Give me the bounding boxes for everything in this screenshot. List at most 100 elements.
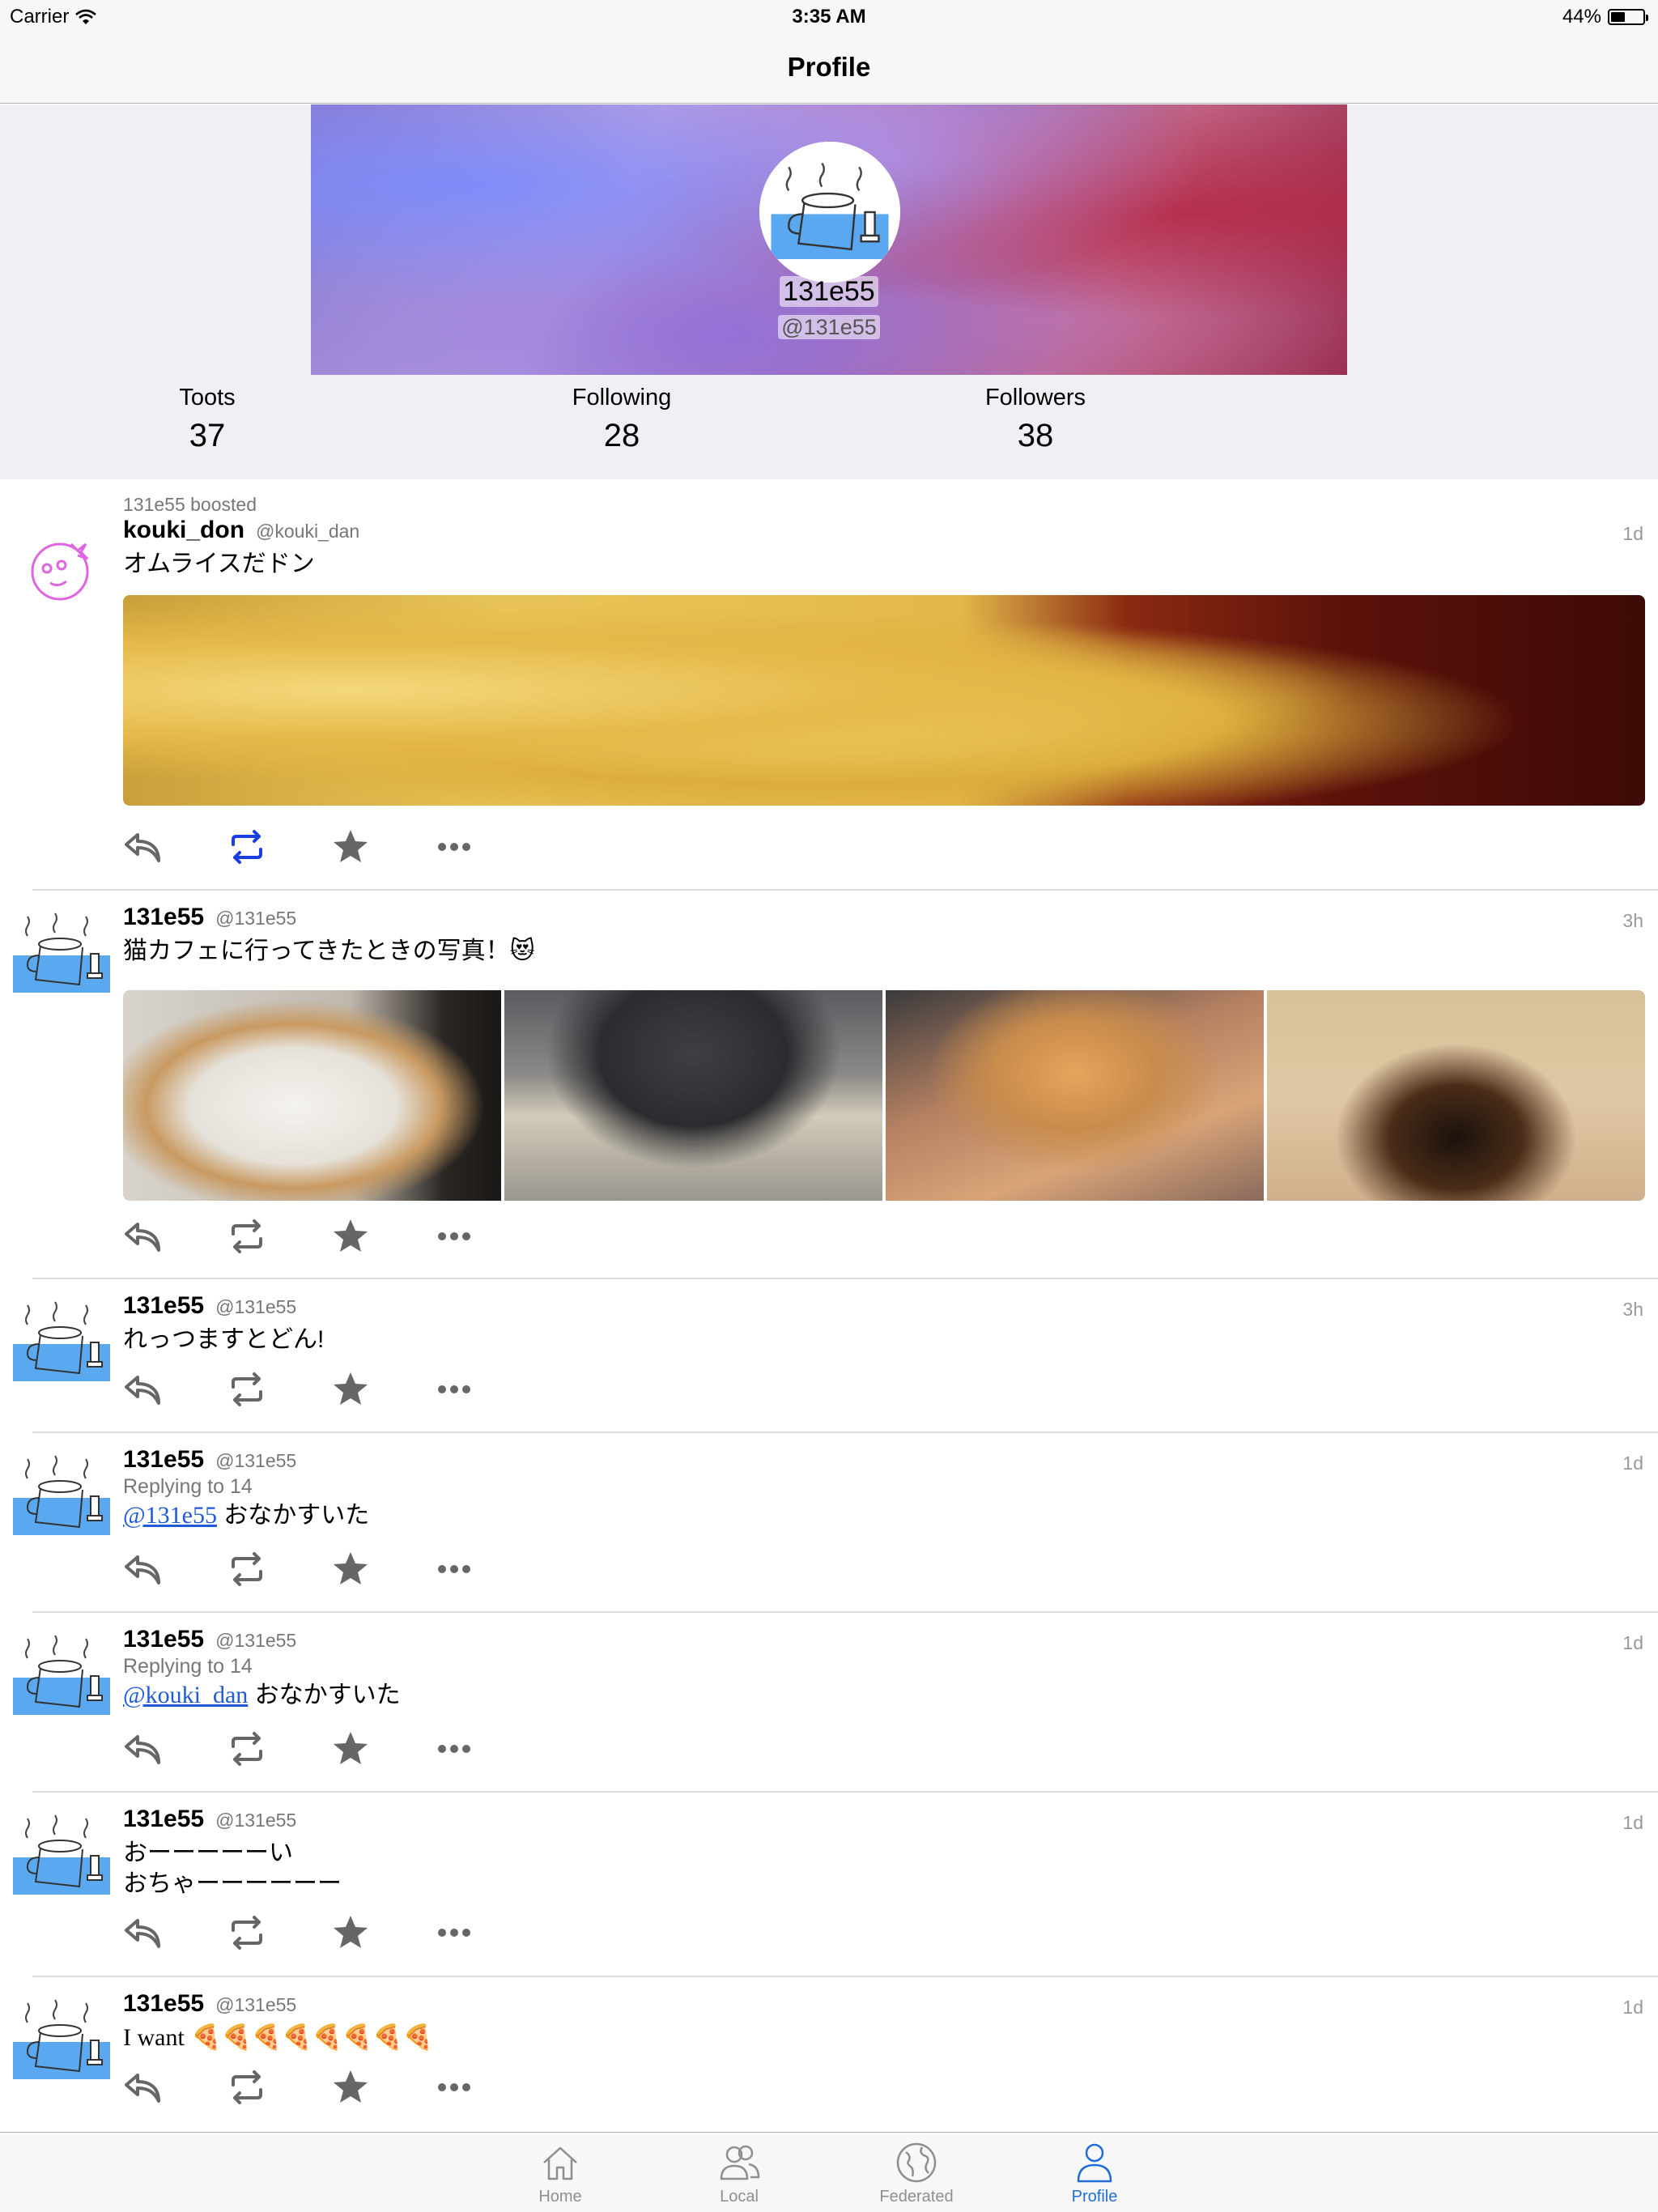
- reply-icon: [123, 1369, 164, 1410]
- profile-display-name-wrap: 131e55: [311, 276, 1347, 308]
- status-row[interactable]: 131e55 @131e55 1d Replying to 14 @131e55…: [0, 1433, 1658, 1613]
- tab-local[interactable]: Local: [674, 2139, 804, 2206]
- author-name[interactable]: 131e55: [123, 1446, 204, 1474]
- author-handle: @131e55: [215, 1450, 297, 1471]
- boost-icon: [227, 1912, 267, 1953]
- favourite-button[interactable]: [330, 2067, 434, 2108]
- post-time: 1d: [1622, 1632, 1643, 1653]
- more-button[interactable]: [434, 1216, 538, 1257]
- boost-button[interactable]: [227, 1216, 330, 1257]
- post-text: I want: [123, 2024, 185, 2051]
- post-content: れっつますとどん!: [123, 1326, 325, 1353]
- boost-button[interactable]: [227, 1549, 330, 1589]
- author-name[interactable]: kouki_don: [123, 517, 244, 544]
- boost-button[interactable]: [227, 827, 330, 867]
- reply-button[interactable]: [123, 1369, 227, 1410]
- favourite-button[interactable]: [330, 1216, 434, 1257]
- media-image[interactable]: [504, 990, 882, 1201]
- action-bar: [123, 1216, 538, 1257]
- star-icon: [330, 1369, 371, 1410]
- reply-button[interactable]: [123, 1216, 227, 1257]
- media-image[interactable]: [123, 990, 501, 1201]
- profile-acct-wrap: @131e55: [311, 315, 1347, 340]
- more-button[interactable]: [434, 827, 538, 867]
- status-row[interactable]: 131e55 boosted kouki_don @kouki_dan 1d オ…: [0, 479, 1658, 891]
- star-icon: [330, 2067, 371, 2108]
- stat-value: 38: [1017, 418, 1054, 453]
- user-avatar[interactable]: [13, 520, 110, 617]
- favourite-button[interactable]: [330, 1912, 434, 1953]
- post-time: 3h: [1622, 910, 1643, 931]
- profile-display-name: 131e55: [780, 276, 878, 307]
- author-name[interactable]: 131e55: [123, 904, 204, 931]
- post-content: @131e55 おなかすいた: [123, 1500, 369, 1531]
- stat-following[interactable]: Following 28: [517, 385, 727, 454]
- boost-button[interactable]: [227, 2067, 330, 2108]
- more-button[interactable]: [434, 1549, 538, 1589]
- user-avatar[interactable]: [13, 1627, 110, 1725]
- tab-label: Profile: [1071, 2188, 1118, 2206]
- status-row[interactable]: 131e55 @131e55 3h れっつますとどん!: [0, 1279, 1658, 1433]
- timeline: 131e55 boosted kouki_don @kouki_dan 1d オ…: [0, 479, 1658, 2131]
- user-avatar[interactable]: [13, 1448, 110, 1545]
- user-avatar[interactable]: [13, 1992, 110, 2089]
- stat-toots[interactable]: Toots 37: [102, 385, 312, 454]
- reply-button[interactable]: [123, 1549, 227, 1589]
- status-time: 3:35 AM: [792, 6, 866, 28]
- more-icon: [434, 1912, 474, 1953]
- more-button[interactable]: [434, 1369, 538, 1410]
- tab-home[interactable]: Home: [495, 2139, 625, 2206]
- post-content: オムライスだドン: [123, 551, 315, 577]
- media-image[interactable]: [123, 595, 1645, 806]
- status-row[interactable]: 131e55 @131e55 1d I want 🍕🍕🍕🍕🍕🍕🍕🍕: [0, 1977, 1658, 2131]
- mention-link[interactable]: @kouki_dan: [123, 1682, 248, 1708]
- tab-federated[interactable]: Federated: [852, 2139, 981, 2206]
- favourite-button[interactable]: [330, 1369, 434, 1410]
- favourite-button[interactable]: [330, 827, 434, 867]
- user-avatar[interactable]: [13, 1294, 110, 1391]
- author-line: 131e55 @131e55: [123, 904, 296, 931]
- profile-avatar[interactable]: [759, 142, 900, 283]
- action-bar: [123, 1549, 538, 1589]
- boosted-by-label: 131e55 boosted: [123, 494, 257, 515]
- favourite-button[interactable]: [330, 1729, 434, 1769]
- status-row[interactable]: 131e55 @131e55 1d Replying to 14 @kouki_…: [0, 1613, 1658, 1793]
- reply-button[interactable]: [123, 827, 227, 867]
- media-image[interactable]: [1267, 990, 1645, 1201]
- more-button[interactable]: [434, 2067, 538, 2108]
- reply-button[interactable]: [123, 1729, 227, 1769]
- author-name[interactable]: 131e55: [123, 1626, 204, 1653]
- post-content: @kouki_dan おなかすいた: [123, 1680, 401, 1711]
- tab-label: Home: [538, 2188, 582, 2206]
- star-icon: [330, 1729, 371, 1769]
- post-content: 猫カフェに行ってきたときの写真！😻: [123, 938, 535, 964]
- status-row[interactable]: 131e55 @131e55 1d おーーーーーい おちゃーーーーーー: [0, 1793, 1658, 1977]
- author-name[interactable]: 131e55: [123, 1990, 204, 2018]
- mention-link[interactable]: @131e55: [123, 1502, 217, 1529]
- boost-button[interactable]: [227, 1729, 330, 1769]
- more-button[interactable]: [434, 1729, 538, 1769]
- more-button[interactable]: [434, 1912, 538, 1953]
- author-handle: @131e55: [215, 1630, 297, 1651]
- status-row[interactable]: 131e55 @131e55 3h 猫カフェに行ってきたときの写真！😻: [0, 891, 1658, 1279]
- post-content: おーーーーーい おちゃーーーーーー: [123, 1838, 342, 1899]
- post-time: 1d: [1622, 1997, 1643, 2018]
- boost-icon: [227, 1729, 267, 1769]
- boost-button[interactable]: [227, 1912, 330, 1953]
- tab-profile[interactable]: Profile: [1030, 2139, 1159, 2206]
- author-name[interactable]: 131e55: [123, 1806, 204, 1833]
- boost-icon: [227, 2067, 267, 2108]
- user-avatar[interactable]: [13, 1807, 110, 1904]
- reply-button[interactable]: [123, 2067, 227, 2108]
- action-bar: [123, 827, 538, 867]
- people-icon: [720, 2145, 760, 2180]
- boost-button[interactable]: [227, 1369, 330, 1410]
- favourite-button[interactable]: [330, 1549, 434, 1589]
- user-avatar[interactable]: [13, 905, 110, 1002]
- stat-label: Toots: [179, 385, 236, 410]
- media-image[interactable]: [886, 990, 1264, 1201]
- author-name[interactable]: 131e55: [123, 1292, 204, 1320]
- stat-followers[interactable]: Followers 38: [930, 385, 1141, 454]
- star-icon: [330, 827, 371, 867]
- reply-button[interactable]: [123, 1912, 227, 1953]
